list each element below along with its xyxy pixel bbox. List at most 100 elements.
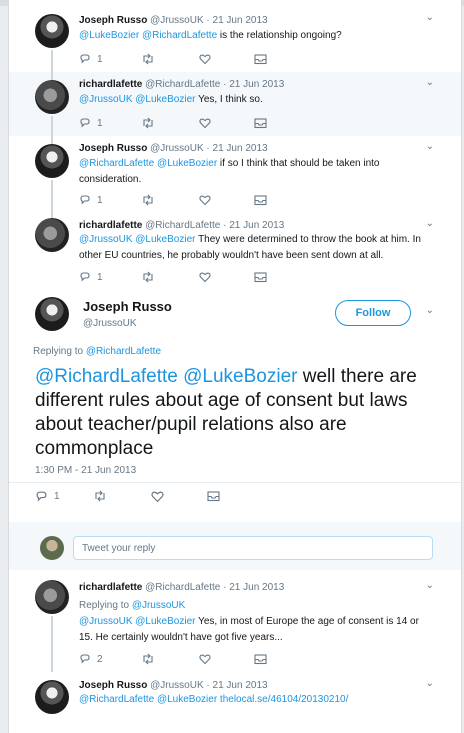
tweet-header: richardlafette @RichardLafette · 21 Jun … [79, 220, 284, 231]
chevron-down-icon[interactable]: ⌄ [426, 12, 434, 23]
mentions[interactable]: @LukeBozier @RichardLafette [79, 30, 217, 41]
follow-button[interactable]: Follow [335, 300, 411, 326]
author-handle[interactable]: @RichardLafette [145, 582, 220, 593]
author-handle[interactable]: @JrussoUK [150, 15, 204, 26]
mentions[interactable]: @JrussoUK @LukeBozier [79, 94, 195, 105]
tweet-text: @JrussoUK @LukeBozier Yes, I think so. [79, 92, 429, 108]
reply-input[interactable] [73, 536, 433, 560]
tweet-3[interactable]: Joseph Russo @JrussoUK · 21 Jun 2013 ⌄ @… [9, 136, 461, 214]
avatar[interactable] [35, 580, 69, 614]
chevron-down-icon[interactable]: ⌄ [426, 305, 434, 316]
chevron-down-icon[interactable]: ⌄ [426, 678, 434, 689]
reply-button[interactable]: 1 [35, 489, 60, 503]
tweet-date[interactable]: · 21 Jun 2013 [206, 143, 267, 154]
message-button[interactable] [254, 52, 267, 66]
message-button[interactable] [207, 489, 220, 503]
retweet-button[interactable] [141, 116, 155, 130]
tweet-header: richardlafette @RichardLafette · 21 Jun … [79, 79, 284, 90]
tweet-date[interactable]: · 21 Jun 2013 [223, 220, 284, 231]
reply-button[interactable]: 1 [79, 116, 103, 130]
replying-prefix: Replying to [79, 600, 132, 611]
like-button[interactable] [199, 193, 211, 207]
reply-tweet-2[interactable]: Joseph Russo @JrussoUK · 21 Jun 2013 ⌄ @… [9, 672, 461, 733]
tweet-header: Joseph Russo @JrussoUK · 21 Jun 2013 [79, 680, 268, 691]
like-button[interactable] [199, 652, 211, 666]
retweet-icon [141, 53, 155, 65]
tweet-date[interactable]: · 21 Jun 2013 [206, 680, 267, 691]
retweet-button[interactable] [141, 193, 155, 207]
tweet-date[interactable]: · 21 Jun 2013 [206, 15, 267, 26]
main-tweet-text: @RichardLafette @LukeBozier well there a… [35, 365, 435, 461]
reply-icon [35, 490, 48, 503]
retweet-button[interactable] [141, 52, 155, 66]
mentions[interactable]: @RichardLafette @LukeBozier [35, 366, 297, 387]
reply-count: 1 [97, 53, 103, 65]
replying-to: Replying to @JrussoUK [79, 598, 429, 614]
mentions[interactable]: @RichardLafette @LukeBozier [79, 158, 217, 169]
divider [9, 482, 461, 483]
heart-icon [199, 194, 211, 206]
thread-line [51, 72, 53, 80]
author-name[interactable]: Joseph Russo [79, 143, 147, 154]
avatar[interactable] [35, 297, 69, 331]
mentions[interactable]: @JrussoUK @LukeBozier [79, 616, 195, 627]
author-name[interactable]: Joseph Russo [79, 15, 147, 26]
tweet-link[interactable]: thelocal.se/46104/20130210/ [217, 694, 348, 705]
like-button[interactable] [199, 116, 211, 130]
mentions[interactable]: @JrussoUK @LukeBozier [79, 234, 195, 245]
heart-icon [199, 653, 211, 665]
message-button[interactable] [254, 193, 267, 207]
chevron-down-icon[interactable]: ⌄ [426, 218, 434, 229]
avatar[interactable] [35, 80, 69, 114]
tweet-date[interactable]: · 21 Jun 2013 [223, 582, 284, 593]
reply-button[interactable]: 1 [79, 52, 103, 66]
reply-button[interactable]: 2 [79, 652, 103, 666]
envelope-icon [254, 653, 267, 665]
mentions[interactable]: @RichardLafette @LukeBozier [79, 694, 217, 705]
author-name[interactable]: richardlafette [79, 582, 142, 593]
retweet-button[interactable] [93, 489, 107, 503]
tweet-date[interactable]: · 21 Jun 2013 [223, 79, 284, 90]
like-button[interactable] [199, 270, 211, 284]
like-button[interactable] [151, 489, 164, 503]
envelope-icon [254, 117, 267, 129]
author-handle[interactable]: @JrussoUK [150, 680, 204, 691]
tweet-body: is the relationship ongoing? [217, 30, 342, 41]
tweet-header: Joseph Russo @JrussoUK · 21 Jun 2013 [79, 143, 268, 154]
author-handle[interactable]: @RichardLafette [145, 79, 220, 90]
tweet-timestamp[interactable]: 1:30 PM - 21 Jun 2013 [35, 465, 136, 476]
retweet-button[interactable] [141, 270, 155, 284]
avatar[interactable] [35, 14, 69, 48]
avatar[interactable] [35, 680, 69, 714]
chevron-down-icon[interactable]: ⌄ [426, 580, 434, 591]
retweet-button[interactable] [141, 652, 155, 666]
chevron-down-icon[interactable]: ⌄ [426, 77, 434, 88]
avatar[interactable] [35, 144, 69, 178]
author-handle[interactable]: @JrussoUK [83, 318, 137, 329]
chevron-down-icon[interactable]: ⌄ [426, 141, 434, 152]
author-name[interactable]: Joseph Russo [79, 680, 147, 691]
author-name[interactable]: richardlafette [79, 79, 142, 90]
avatar[interactable] [35, 218, 69, 252]
heart-icon [199, 271, 211, 283]
author-handle[interactable]: @RichardLafette [145, 220, 220, 231]
message-button[interactable] [254, 116, 267, 130]
retweet-icon [93, 490, 107, 502]
reply-tweet-1[interactable]: richardlafette @RichardLafette · 21 Jun … [9, 574, 461, 672]
reply-button[interactable]: 1 [79, 193, 103, 207]
message-button[interactable] [254, 652, 267, 666]
tweet-2[interactable]: richardlafette @RichardLafette · 21 Jun … [9, 72, 461, 136]
reply-count: 1 [54, 490, 60, 502]
message-button[interactable] [254, 270, 267, 284]
author-name[interactable]: richardlafette [79, 220, 142, 231]
like-button[interactable] [199, 52, 211, 66]
replying-to-link[interactable]: @JrussoUK [132, 600, 186, 611]
author-name[interactable]: Joseph Russo [83, 299, 172, 314]
author-handle[interactable]: @JrussoUK [150, 143, 204, 154]
tweet-4[interactable]: richardlafette @RichardLafette · 21 Jun … [9, 214, 461, 290]
tweet-text: @JrussoUK @LukeBozier Yes, in most of Eu… [79, 614, 429, 646]
tweet-1[interactable]: Joseph Russo @JrussoUK · 21 Jun 2013 ⌄ @… [9, 0, 461, 72]
reply-button[interactable]: 1 [79, 270, 103, 284]
replying-to-link[interactable]: @RichardLafette [86, 346, 161, 357]
envelope-icon [254, 194, 267, 206]
